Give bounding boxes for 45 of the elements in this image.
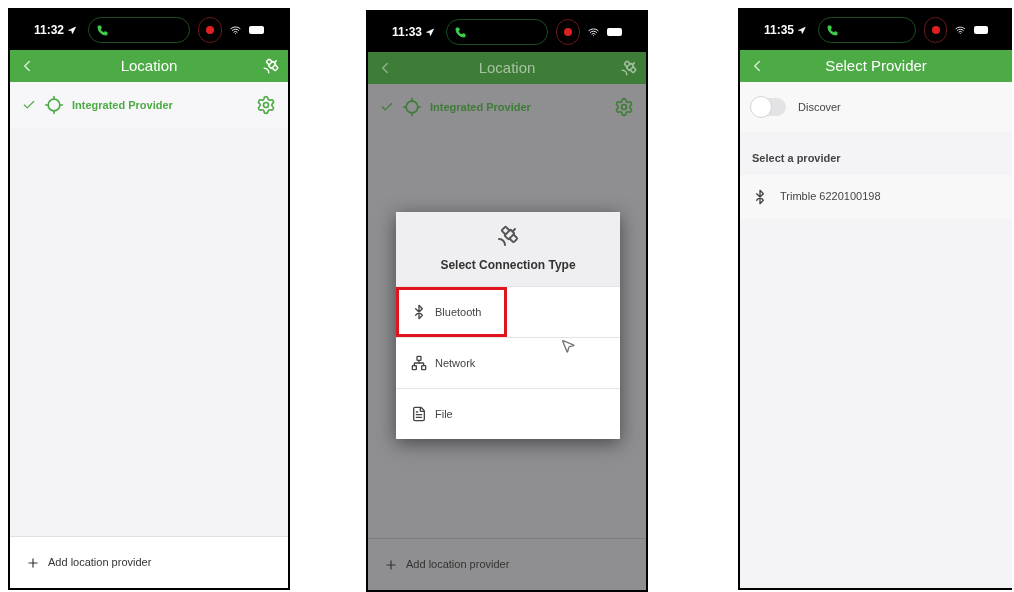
provider-name: Integrated Provider [430,99,532,115]
battery-icon [249,26,264,34]
option-label: Bluetooth [435,304,482,320]
mouse-cursor-icon [560,338,576,354]
provider-name: Integrated Provider [72,97,174,113]
device-row[interactable]: Trimble 6220100198 [740,174,1012,219]
battery-icon [607,28,622,36]
screen-title: Location [119,55,179,76]
device-name: Trimble 6220100198 [780,189,881,205]
settings-icon[interactable] [256,95,276,115]
file-icon [411,406,427,422]
status-time: 11:33 [392,24,423,41]
connection-option[interactable]: Bluetooth [396,286,620,337]
wifi-icon [230,24,242,36]
discover-toggle[interactable] [752,98,786,116]
battery-icon [974,26,988,34]
settings-icon[interactable] [614,97,634,117]
location-arrow-icon [68,25,77,35]
crosshair-icon [44,95,64,115]
add-provider-link[interactable]: Add location provider [48,554,152,571]
satellite-icon [496,224,520,248]
dialog-title: Select Connection Type [440,257,576,274]
section-heading: Select a provider [751,151,842,166]
location-arrow-icon [426,27,435,37]
plus-icon[interactable] [384,557,398,572]
screen-title: Select Provider [824,55,928,76]
status-time: 11:32 [34,22,65,39]
network-icon [411,355,427,371]
wifi-icon [588,26,600,38]
phone-icon [97,24,109,36]
phone-icon [826,24,838,36]
option-label: Network [435,355,476,371]
discover-label: Discover [798,99,841,115]
status-time: 11:35 [764,22,795,39]
satellite-icon[interactable] [620,59,638,77]
crosshair-icon [402,97,422,117]
wifi-icon [955,24,966,36]
option-label: File [435,406,453,422]
screen-title: Location [477,57,537,78]
location-arrow-icon [798,25,806,35]
connection-option[interactable]: File [396,388,620,439]
satellite-icon[interactable] [262,57,280,75]
phone-icon [455,26,467,38]
plus-icon[interactable] [26,555,40,570]
add-provider-link[interactable]: Add location provider [406,556,510,573]
